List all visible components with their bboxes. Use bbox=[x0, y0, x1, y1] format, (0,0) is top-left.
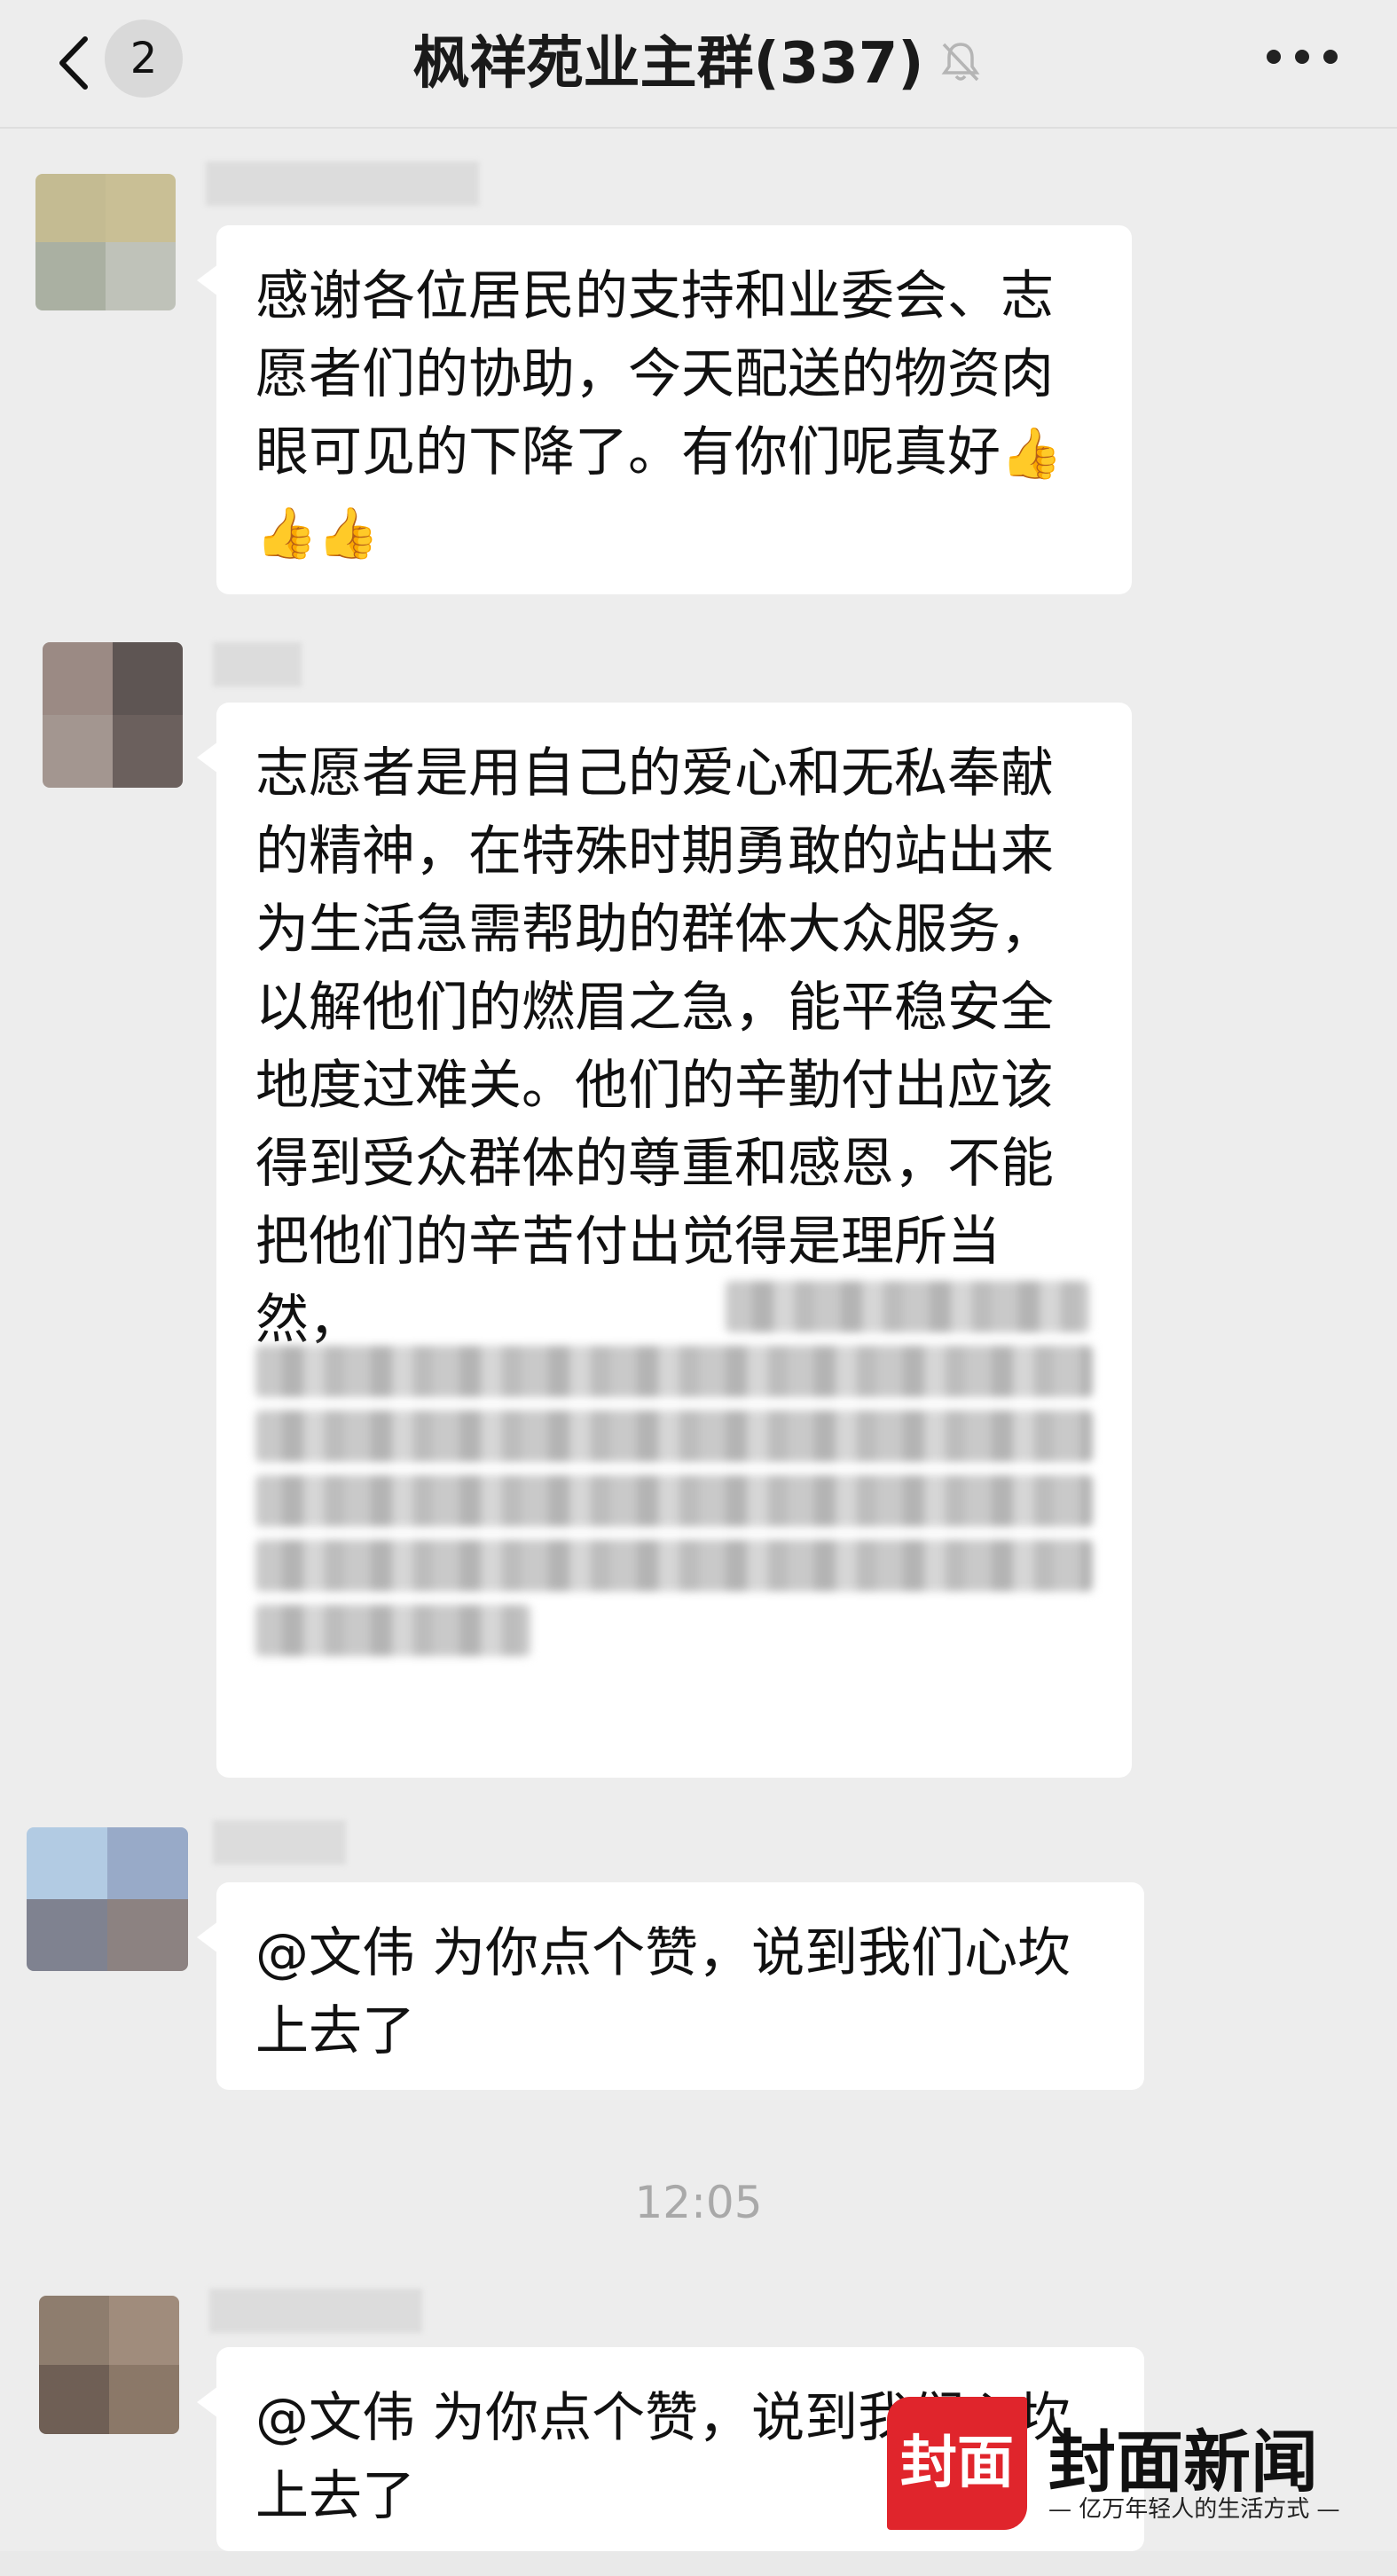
sender-name-blurred bbox=[209, 2289, 422, 2333]
avatar[interactable] bbox=[35, 174, 176, 310]
message-bubble[interactable]: 感谢各位居民的支持和业委会、志愿者们的协助，今天配送的物资肉眼可见的下降了。有你… bbox=[197, 225, 1132, 594]
logo-badge: 封面 bbox=[887, 2397, 1027, 2530]
blurred-text-line bbox=[255, 1540, 1093, 1591]
more-dots-icon[interactable] bbox=[1267, 41, 1338, 73]
title-wrap: 枫祥苑业主群(337) bbox=[0, 0, 1397, 117]
message-text: 感谢各位居民的支持和业委会、志愿者们的协助，今天配送的物资肉眼可见的下降了。有你… bbox=[255, 257, 1093, 573]
sender-name-blurred bbox=[213, 642, 302, 687]
avatar[interactable] bbox=[27, 1827, 188, 1971]
blurred-text-line bbox=[255, 1410, 1093, 1462]
blurred-text-line bbox=[255, 1605, 530, 1656]
blurred-text-line bbox=[255, 1346, 1093, 1397]
chat-header: 2 枫祥苑业主群(337) bbox=[0, 0, 1397, 129]
logo-slogan: — 亿万年轻人的生活方式 — bbox=[1048, 2496, 1340, 2523]
sender-name-blurred bbox=[206, 161, 479, 206]
bottom-edge bbox=[0, 2551, 1397, 2576]
message-bubble[interactable]: @文伟 为你点个赞，说到我们心坎上去了 bbox=[197, 1882, 1144, 2090]
timestamp: 12:05 bbox=[634, 2177, 763, 2228]
message-text: 志愿者是用自己的爱心和无私奉献的精神，在特殊时期勇敢的站出来为生活急需帮助的群体… bbox=[255, 742, 1054, 1351]
chat-title: 枫祥苑业主群(337) bbox=[412, 31, 924, 97]
message-text: @文伟 为你点个赞，说到我们心坎上去了 bbox=[255, 1922, 1071, 2062]
avatar[interactable] bbox=[39, 2296, 179, 2434]
message-bubble[interactable]: 志愿者是用自己的爱心和无私奉献的精神，在特殊时期勇敢的站出来为生活急需帮助的群体… bbox=[197, 703, 1132, 1778]
bell-muted-icon bbox=[941, 43, 979, 82]
avatar[interactable] bbox=[43, 642, 183, 788]
message-text-content: 感谢各位居民的支持和业委会、志愿者们的协助，今天配送的物资肉眼可见的下降了。有你… bbox=[255, 265, 1054, 483]
watermark-logo: 封面 封面新闻 — 亿万年轻人的生活方式 — bbox=[887, 2386, 1340, 2537]
sender-name-blurred bbox=[213, 1820, 346, 1865]
blurred-text-line bbox=[255, 1475, 1093, 1527]
blurred-text-line bbox=[726, 1281, 1089, 1332]
